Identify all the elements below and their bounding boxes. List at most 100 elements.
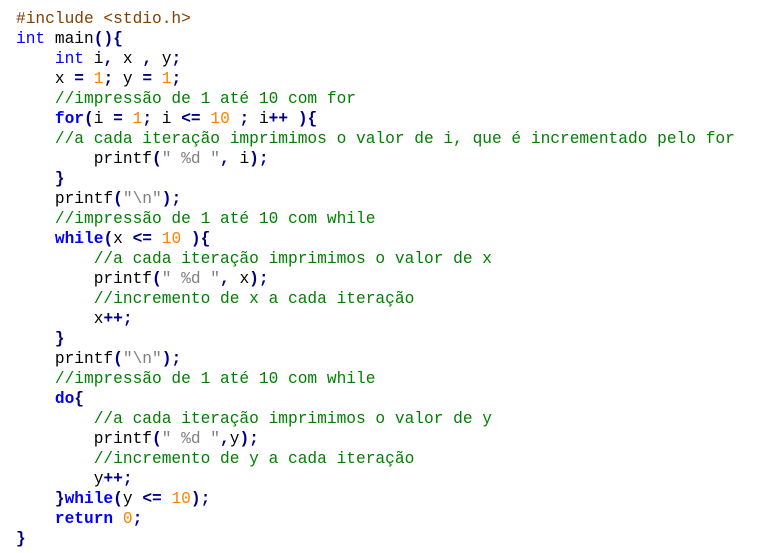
- code-line: int main(){: [16, 29, 735, 49]
- code-line: x++;: [16, 309, 735, 329]
- code-line: printf("\n");: [16, 349, 735, 369]
- code-token-plain: x: [16, 310, 104, 328]
- code-token-op: );: [239, 430, 259, 448]
- code-token-string: " %d ": [161, 430, 221, 448]
- code-token-op: }: [54, 490, 65, 508]
- code-token-plain: i: [84, 50, 104, 68]
- code-token-op: (: [152, 430, 162, 448]
- code-token-op: ,: [142, 50, 153, 68]
- code-token-op: ;: [171, 50, 182, 68]
- code-token-op: (: [152, 150, 162, 168]
- code-token-op: (: [152, 270, 162, 288]
- code-token-kwbold: do: [54, 390, 75, 408]
- code-token-op: );: [190, 490, 211, 508]
- code-token-op: <=: [181, 110, 201, 128]
- code-token-plain: x: [229, 270, 250, 288]
- code-token-op: ){: [190, 230, 211, 248]
- code-line: printf(" %d ", i);: [16, 149, 735, 169]
- code-token-op: );: [249, 270, 269, 288]
- code-token-op: =: [142, 70, 153, 88]
- source-code[interactable]: #include <stdio.h> int main(){ int i, x ,…: [16, 9, 735, 549]
- code-line: //impressão de 1 até 10 com while: [16, 209, 735, 229]
- code-token-op: =: [113, 110, 123, 128]
- code-token-op: (: [113, 490, 123, 508]
- code-token-plain: y: [113, 70, 143, 88]
- code-token-keyword: int: [54, 50, 85, 68]
- code-token-kwbold: return: [54, 510, 114, 528]
- code-line: do{: [16, 389, 735, 409]
- code-token-op: {: [74, 390, 85, 408]
- code-token-keyword: int: [16, 30, 46, 48]
- code-line: printf(" %d ", x);: [16, 269, 735, 289]
- code-token-plain: y: [16, 470, 104, 488]
- code-token-plain: x: [113, 50, 143, 68]
- code-token-comment: //a cada iteração imprimimos o valor de …: [93, 250, 492, 268]
- code-token-plain: main: [45, 30, 94, 48]
- code-token-plain: i: [152, 110, 182, 128]
- code-line: printf("\n");: [16, 189, 735, 209]
- code-editor[interactable]: #include <stdio.h> int main(){ int i, x ,…: [0, 0, 777, 553]
- code-token-plain: printf: [16, 270, 152, 288]
- code-token-kwbold: while: [64, 490, 114, 508]
- code-token-op: ;: [132, 510, 143, 528]
- code-token-op: );: [249, 150, 269, 168]
- code-token-string: " %d ": [161, 270, 221, 288]
- code-token-op: (: [103, 230, 114, 248]
- code-token-comment: //impressão de 1 até 10 com for: [54, 90, 356, 108]
- code-line: y++;: [16, 469, 735, 489]
- code-token-plain: i: [93, 110, 114, 128]
- code-token-op: (: [113, 350, 123, 368]
- code-token-op: ,: [220, 430, 230, 448]
- code-token-comment: //incremento de x a cada iteração: [93, 290, 415, 308]
- code-token-plain: printf: [16, 430, 152, 448]
- code-token-op: ++;: [103, 470, 133, 488]
- code-token-plain: printf: [16, 350, 114, 368]
- code-token-op: ;: [239, 110, 250, 128]
- code-line: }: [16, 329, 735, 349]
- code-token-op: ;: [142, 110, 153, 128]
- code-token-pre: #include <stdio.h>: [16, 10, 191, 28]
- code-token-op: <=: [132, 230, 153, 248]
- code-token-op: (){: [93, 30, 123, 48]
- code-token-number: 10: [210, 110, 230, 128]
- code-token-number: 1: [132, 110, 143, 128]
- code-line: int i, x , y;: [16, 49, 735, 69]
- code-token-op: ++: [268, 110, 289, 128]
- code-token-comment: //impressão de 1 até 10 com while: [54, 210, 376, 228]
- code-token-plain: y: [122, 490, 143, 508]
- code-line: while(x <= 10 ){: [16, 229, 735, 249]
- code-token-string: "\n": [122, 190, 162, 208]
- code-token-kwbold: while: [54, 230, 104, 248]
- code-token-plain: x: [16, 70, 75, 88]
- code-token-number: 0: [122, 510, 133, 528]
- code-line: #include <stdio.h>: [16, 9, 735, 29]
- code-token-op: ;: [103, 70, 114, 88]
- code-line: //a cada iteração imprimimos o valor de …: [16, 129, 735, 149]
- code-token-plain: printf: [16, 190, 114, 208]
- code-token-plain: x: [113, 230, 133, 248]
- code-line: }: [16, 169, 735, 189]
- code-token-op: }: [16, 530, 26, 548]
- code-token-number: 1: [93, 70, 104, 88]
- code-token-number: 10: [171, 490, 191, 508]
- code-token-string: "\n": [122, 350, 162, 368]
- code-token-op: ,: [103, 50, 114, 68]
- code-token-plain: printf: [16, 150, 152, 168]
